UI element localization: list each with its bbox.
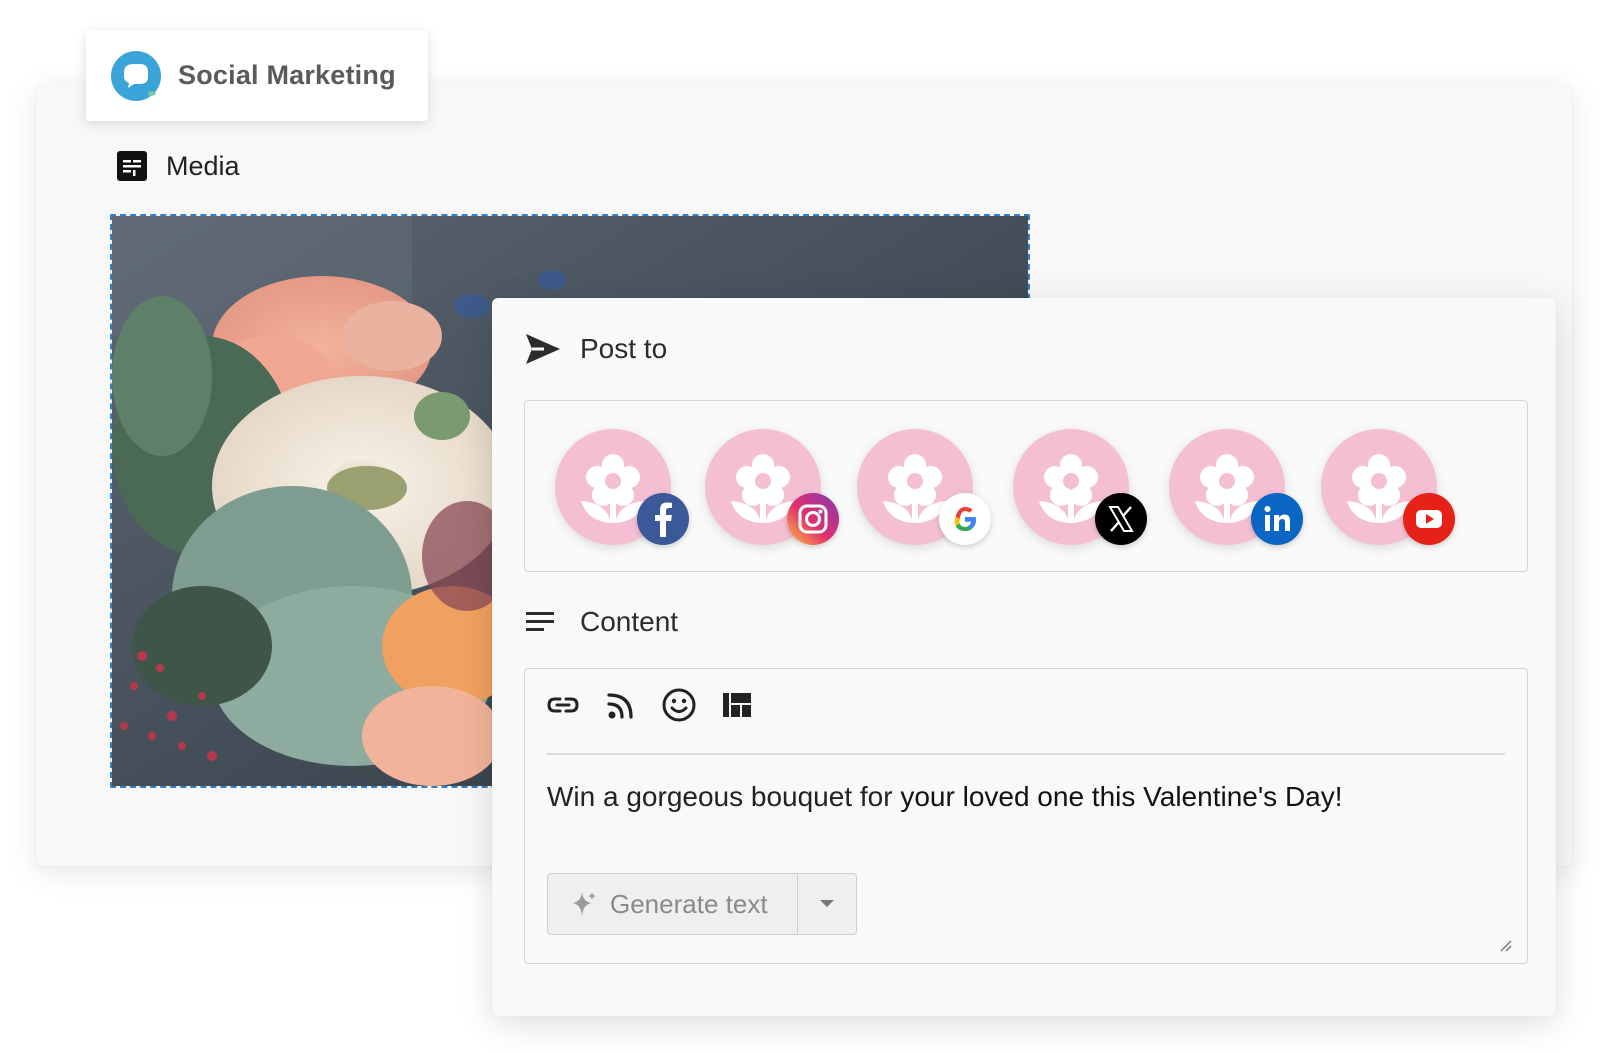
- resize-handle-icon[interactable]: [1499, 939, 1513, 953]
- link-icon[interactable]: [545, 687, 581, 723]
- brand-title: Social Marketing: [178, 60, 396, 90]
- generate-text-label: Generate text: [610, 888, 768, 919]
- lines-icon: [526, 612, 554, 631]
- content-editor[interactable]: Win a gorgeous bouquet for your loved on…: [524, 668, 1528, 964]
- layout-icon[interactable]: [719, 687, 755, 723]
- caret-down-icon: [820, 900, 834, 907]
- post-composer: Post to Content Win a gorgeous bouquet f…: [492, 298, 1556, 1016]
- account-facebook[interactable]: [555, 429, 689, 545]
- instagram-icon: [787, 493, 839, 545]
- account-instagram[interactable]: [705, 429, 839, 545]
- chat-bubble-icon: [111, 50, 161, 101]
- post-text[interactable]: Win a gorgeous bouquet for your loved on…: [547, 781, 1343, 813]
- post-to-header: Post to: [524, 332, 667, 366]
- editor-toolbar: [545, 687, 777, 723]
- media-label: Media: [166, 150, 240, 181]
- sparkle-icon: [572, 892, 596, 916]
- x-icon: [1095, 493, 1147, 545]
- generate-options-button[interactable]: [798, 874, 856, 934]
- media-grid-icon: [117, 151, 147, 181]
- generate-text-button[interactable]: Generate text: [548, 874, 798, 934]
- linkedin-icon: [1251, 493, 1303, 545]
- content-header: Content: [524, 606, 678, 638]
- facebook-icon: [637, 493, 689, 545]
- account-youtube[interactable]: [1321, 429, 1455, 545]
- send-icon: [526, 334, 560, 364]
- post-to-label: Post to: [580, 333, 668, 364]
- account-google[interactable]: [857, 429, 991, 545]
- brand-header: Social Marketing: [86, 30, 428, 121]
- post-text-part2: your loved one this Valentine's Day!: [900, 781, 1343, 812]
- account-selector: [524, 400, 1528, 572]
- youtube-icon: [1403, 493, 1455, 545]
- post-text-part1: Win a gorgeous bouquet for: [547, 781, 901, 812]
- emoji-icon[interactable]: [661, 687, 697, 723]
- account-x[interactable]: [1013, 429, 1147, 545]
- generate-text-split-button: Generate text: [547, 873, 857, 935]
- media-section-header: Media: [116, 150, 240, 182]
- google-icon: [939, 493, 991, 545]
- toolbar-divider: [547, 753, 1505, 755]
- rss-icon[interactable]: [603, 687, 639, 723]
- content-label: Content: [580, 606, 679, 637]
- account-linkedin[interactable]: [1169, 429, 1303, 545]
